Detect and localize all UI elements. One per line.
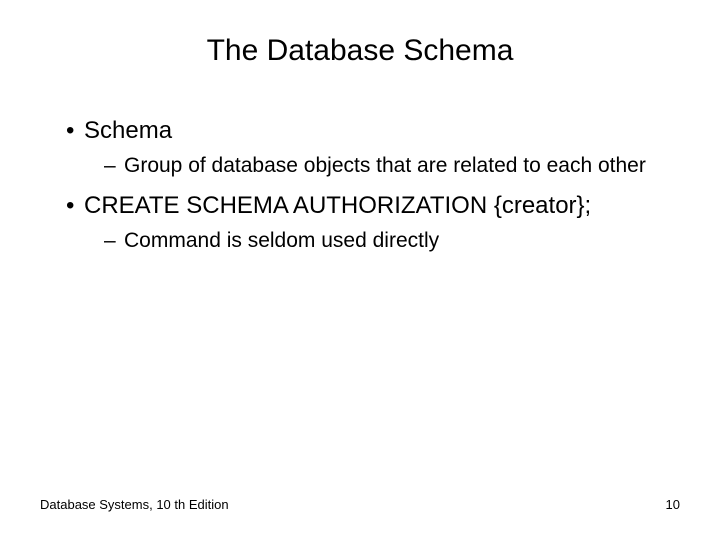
slide-title: The Database Schema: [40, 34, 680, 68]
footer-left: Database Systems, 10 th Edition: [40, 497, 229, 512]
bullet-text: CREATE SCHEMA AUTHORIZATION {creator};: [84, 191, 591, 221]
dash-icon: –: [104, 227, 124, 254]
bullet-item: • Schema – Group of database objects tha…: [66, 116, 680, 179]
sub-bullet-list: – Group of database objects that are rel…: [66, 152, 680, 179]
sub-bullet-text: Command is seldom used directly: [124, 227, 439, 254]
bullet-icon: •: [66, 116, 84, 146]
sub-bullet-list: – Command is seldom used directly: [66, 227, 680, 254]
bullet-icon: •: [66, 191, 84, 221]
sub-bullet-item: – Command is seldom used directly: [104, 227, 680, 254]
dash-icon: –: [104, 152, 124, 179]
bullet-item: • CREATE SCHEMA AUTHORIZATION {creator};…: [66, 191, 680, 254]
bullet-text: Schema: [84, 116, 172, 146]
footer: Database Systems, 10 th Edition 10: [40, 497, 680, 512]
page-number: 10: [666, 497, 680, 512]
sub-bullet-text: Group of database objects that are relat…: [124, 152, 646, 179]
slide: The Database Schema • Schema – Group of …: [0, 0, 720, 540]
sub-bullet-item: – Group of database objects that are rel…: [104, 152, 680, 179]
bullet-list: • Schema – Group of database objects tha…: [40, 116, 680, 254]
